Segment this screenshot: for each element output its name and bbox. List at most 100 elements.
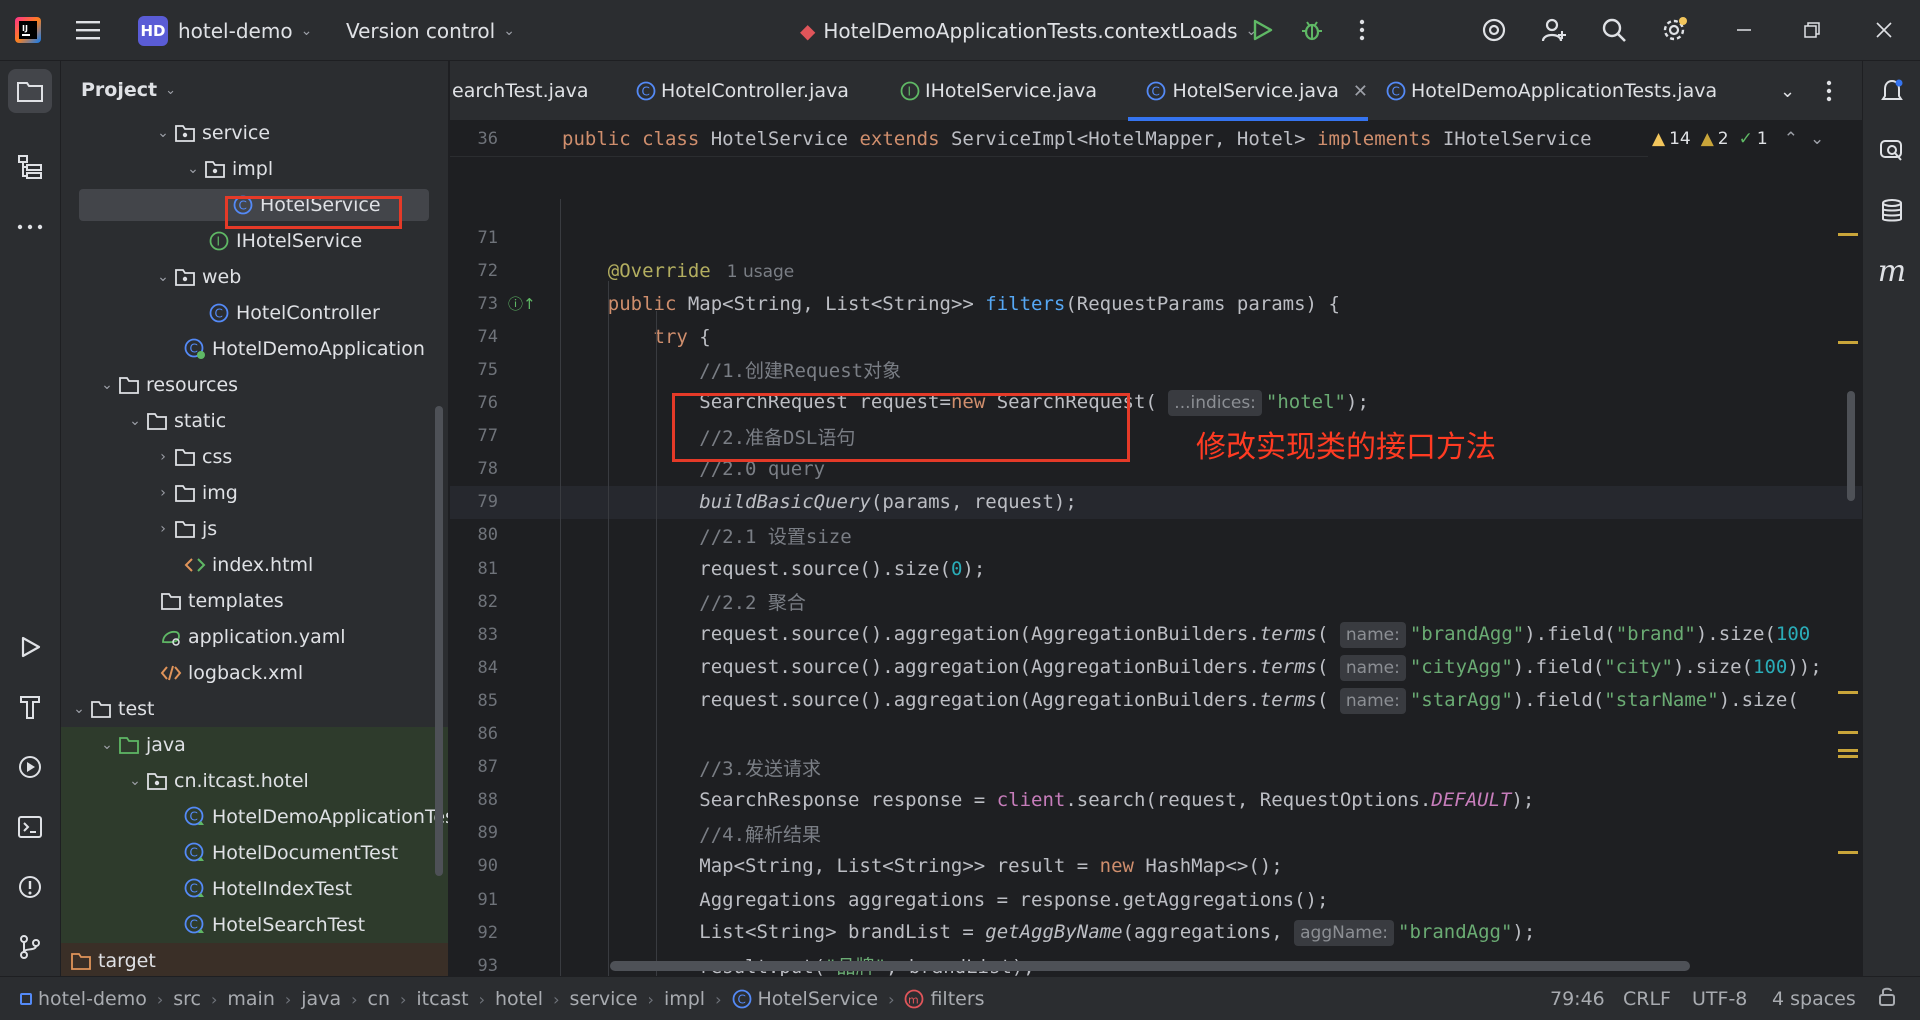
search-icon[interactable]: [1592, 8, 1636, 52]
tree-item[interactable]: C HotelDemoApplication: [61, 331, 448, 367]
code-line[interactable]: 90 Map<String, List<String>> result = ne…: [450, 850, 1862, 883]
error-stripe-marker[interactable]: [1838, 233, 1858, 236]
database-icon[interactable]: [1870, 189, 1914, 233]
tree-item[interactable]: › js: [61, 511, 448, 547]
tree-item[interactable]: ⌄ resources: [61, 367, 448, 403]
tab-hotel-search-test[interactable]: earchTest.java: [450, 61, 620, 121]
ai-chat-icon[interactable]: [1870, 129, 1914, 173]
indent-setting[interactable]: 4 spaces: [1772, 988, 1856, 1010]
chevron-down-icon[interactable]: ⌄: [153, 125, 173, 141]
tree-item[interactable]: C HotelController: [61, 295, 448, 331]
code-line[interactable]: 91 Aggregations aggregations = response.…: [450, 883, 1862, 916]
run-icon[interactable]: [1240, 8, 1284, 52]
line-ending[interactable]: CRLF: [1623, 988, 1671, 1010]
tree-item[interactable]: logback.xml: [61, 655, 448, 691]
close-tab-icon[interactable]: ✕: [1353, 81, 1368, 102]
tree-item[interactable]: ⌄ cn.itcast.hotel: [61, 763, 448, 799]
tree-item[interactable]: C HotelSearchTest: [61, 907, 448, 943]
code-line[interactable]: 92 List<String> brandList = getAggByName…: [450, 916, 1862, 949]
usage-hint[interactable]: 1 usage: [727, 262, 795, 282]
inspection-widget[interactable]: ▲ 14 ▲ 2 ✓ 1 ⌃ ⌄: [1648, 121, 1862, 157]
chevron-down-icon[interactable]: ⌄: [1810, 129, 1824, 149]
git-tool-icon[interactable]: [8, 925, 52, 969]
settings-gear-icon[interactable]: [1652, 8, 1696, 52]
add-user-icon[interactable]: [1532, 8, 1576, 52]
debug-icon[interactable]: [1290, 8, 1334, 52]
tree-item[interactable]: ⌄ web: [61, 259, 448, 295]
tree-item[interactable]: templates: [61, 583, 448, 619]
error-stripe-marker[interactable]: [1838, 749, 1858, 752]
build-tool-icon[interactable]: [8, 685, 52, 729]
project-selector[interactable]: HD hotel-demo ⌄: [138, 0, 312, 61]
more-tools-icon[interactable]: [8, 205, 52, 249]
error-stripe-marker[interactable]: [1838, 755, 1858, 758]
code-line[interactable]: 80 //2.1 设置size: [450, 519, 1862, 552]
code-line[interactable]: 79 buildBasicQuery(params, request);: [450, 485, 1862, 519]
run-config-selector[interactable]: ◆ HotelDemoApplicationTests.contextLoads…: [800, 0, 1257, 61]
intellij-logo-icon[interactable]: IJ: [6, 8, 50, 52]
close-window-icon[interactable]: [1862, 8, 1906, 52]
tree-item[interactable]: ⌄ test: [61, 691, 448, 727]
chevron-down-icon[interactable]: ⌄: [125, 773, 145, 789]
notifications-bell-icon[interactable]: [1870, 69, 1914, 113]
error-stripe-marker[interactable]: [1838, 341, 1858, 344]
code-line[interactable]: 86: [450, 718, 1862, 751]
breadcrumb-item[interactable]: java: [301, 988, 341, 1010]
code-line[interactable]: 83 request.source().aggregation(Aggregat…: [450, 618, 1862, 651]
code-line[interactable]: 85 request.source().aggregation(Aggregat…: [450, 684, 1862, 717]
project-scrollbar[interactable]: [435, 406, 443, 876]
project-tool-icon[interactable]: [8, 69, 52, 113]
problems-tool-icon[interactable]: [8, 865, 52, 909]
code-line[interactable]: 78 //2.0 query: [450, 453, 1862, 486]
breadcrumb-item[interactable]: m filters: [904, 988, 985, 1010]
services-tool-icon[interactable]: [8, 745, 52, 789]
breadcrumb-item[interactable]: C HotelService: [732, 988, 878, 1010]
code-line[interactable]: 74 try {: [450, 320, 1862, 353]
breadcrumb-item[interactable]: hotel-demo: [20, 988, 147, 1010]
breadcrumb-item[interactable]: impl: [664, 988, 705, 1010]
tree-item[interactable]: › img: [61, 475, 448, 511]
tree-item[interactable]: index.html: [61, 547, 448, 583]
maven-icon[interactable]: m: [1870, 249, 1914, 293]
restore-icon[interactable]: [1790, 8, 1834, 52]
tabs-more-icon[interactable]: [1826, 61, 1856, 121]
tree-item[interactable]: application.yaml: [61, 619, 448, 655]
editor-horizontal-scrollbar[interactable]: [610, 961, 1690, 971]
code-line[interactable]: 87 //3.发送请求: [450, 751, 1862, 784]
main-menu-icon[interactable]: [66, 8, 110, 52]
chevron-down-icon[interactable]: ⌄: [97, 377, 117, 393]
more-actions-icon[interactable]: [1340, 8, 1384, 52]
terminal-tool-icon[interactable]: [8, 805, 52, 849]
tree-item[interactable]: ⌄ java: [61, 727, 448, 763]
code-line[interactable]: 71: [450, 221, 1862, 254]
editor-vertical-scrollbar[interactable]: [1847, 391, 1855, 501]
implements-gutter-icon[interactable]: ⓘ↑: [508, 293, 536, 314]
ai-assistant-icon[interactable]: [1472, 8, 1516, 52]
tabs-dropdown-icon[interactable]: ⌄: [1780, 61, 1810, 121]
caret-position[interactable]: 79:46: [1550, 988, 1605, 1010]
code-line[interactable]: 76 SearchRequest request=new SearchReque…: [450, 387, 1862, 420]
code-line[interactable]: 72 @Override 1 usage: [450, 254, 1862, 287]
minimize-icon[interactable]: [1722, 8, 1766, 52]
breadcrumb-item[interactable]: hotel: [495, 988, 543, 1010]
breadcrumb-item[interactable]: src: [173, 988, 201, 1010]
tab-hotel-controller[interactable]: C HotelController.java: [636, 61, 849, 121]
chevron-down-icon[interactable]: ⌄: [69, 701, 89, 717]
chevron-down-icon[interactable]: ⌄: [125, 413, 145, 429]
tab-hotel-demo-application-tests[interactable]: C HotelDemoApplicationTests.java: [1386, 61, 1717, 121]
tree-item[interactable]: target: [61, 943, 448, 976]
file-encoding[interactable]: UTF-8: [1692, 988, 1747, 1010]
tree-item[interactable]: C HotelDocumentTest: [61, 835, 448, 871]
code-line[interactable]: 75 //1.创建Request对象: [450, 353, 1862, 386]
code-line[interactable]: 89 //4.解析结果: [450, 817, 1862, 850]
breadcrumb-item[interactable]: service: [569, 988, 637, 1010]
version-control-menu[interactable]: Version control ⌄: [346, 0, 515, 61]
error-stripe-marker[interactable]: [1838, 691, 1858, 694]
chevron-right-icon[interactable]: ›: [153, 449, 173, 465]
tab-ihotel-service[interactable]: I IHotelService.java: [900, 61, 1097, 121]
lock-icon[interactable]: [1877, 985, 1897, 1012]
breadcrumb-item[interactable]: cn: [368, 988, 391, 1010]
code-line[interactable]: 77 //2.准备DSL语句: [450, 420, 1862, 453]
tree-item[interactable]: C HotelDemoApplicationTest: [61, 799, 448, 835]
tree-item[interactable]: › css: [61, 439, 448, 475]
